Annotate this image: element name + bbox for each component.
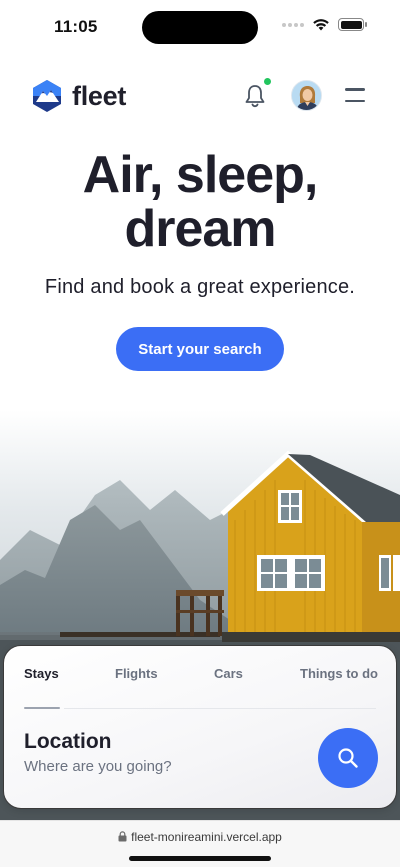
start-search-button[interactable]: Start your search xyxy=(116,327,284,371)
wifi-icon xyxy=(313,19,329,31)
location-input[interactable] xyxy=(24,758,284,775)
url-display[interactable]: fleet-monireamini.vercel.app xyxy=(0,830,400,844)
status-icons xyxy=(282,18,367,31)
tab-divider xyxy=(64,708,376,709)
search-tabs: Stays Flights Cars Things to do xyxy=(4,666,398,686)
tab-flights[interactable]: Flights xyxy=(115,666,158,681)
signal-dots-icon xyxy=(282,22,304,27)
avatar-portrait-icon xyxy=(292,81,321,110)
url-text: fleet-monireamini.vercel.app xyxy=(131,830,282,844)
status-bar: 11:05 xyxy=(0,0,400,54)
app-header: fleet xyxy=(0,75,400,119)
hero-title: Air, sleep, dream xyxy=(0,148,400,256)
battery-icon xyxy=(338,18,367,31)
status-time: 11:05 xyxy=(54,17,98,36)
brand-name: fleet xyxy=(72,80,127,111)
hero-subtitle: Find and book a great experience. xyxy=(44,276,356,298)
location-label: Location xyxy=(24,730,112,753)
tab-cars[interactable]: Cars xyxy=(214,666,243,681)
home-indicator[interactable] xyxy=(129,856,271,861)
search-button[interactable] xyxy=(318,728,378,788)
user-avatar[interactable] xyxy=(291,80,322,111)
active-tab-indicator xyxy=(24,707,60,709)
hamburger-menu-icon[interactable] xyxy=(345,88,365,102)
bell-icon[interactable] xyxy=(243,83,267,109)
hero-title-line2: dream xyxy=(124,200,276,258)
tab-stays[interactable]: Stays xyxy=(24,666,59,681)
brand[interactable]: fleet xyxy=(31,79,126,113)
dynamic-island xyxy=(142,11,258,44)
browser-address-bar[interactable]: fleet-monireamini.vercel.app xyxy=(0,820,400,867)
notification-indicator xyxy=(262,76,273,87)
tab-things-to-do[interactable]: Things to do xyxy=(300,666,378,681)
mountain-hexagon-logo xyxy=(33,80,61,112)
search-card: Stays Flights Cars Things to do Location xyxy=(3,645,397,809)
search-icon xyxy=(338,748,358,768)
lock-icon xyxy=(118,831,127,842)
hero-title-line1: Air, sleep, xyxy=(82,146,319,204)
